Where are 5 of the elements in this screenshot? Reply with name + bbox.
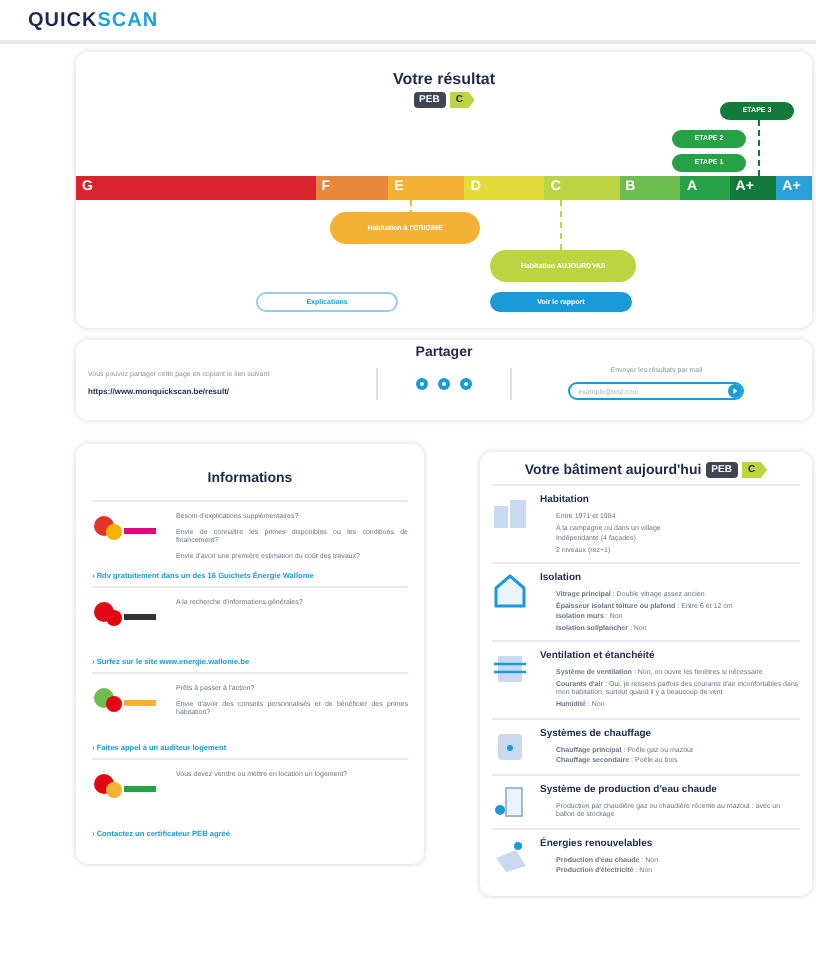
logo-text[interactable]: QUICKSCAN [28,9,159,31]
roof-icon [492,572,528,609]
result-title: Votre résultat [393,70,495,88]
send-icon[interactable] [728,384,743,398]
house-icon [492,494,528,530]
